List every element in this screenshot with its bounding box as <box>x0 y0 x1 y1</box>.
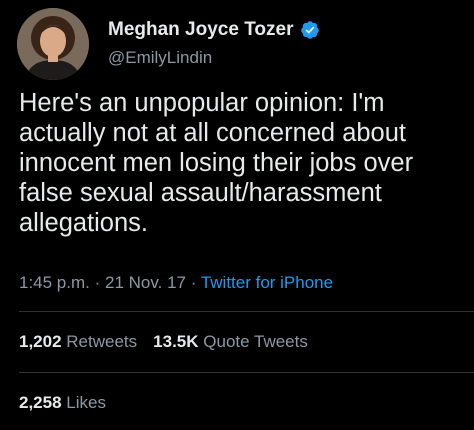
author-display-name[interactable]: Meghan Joyce Tozer <box>108 19 293 41</box>
retweets-stat[interactable]: 1,202 Retweets <box>19 332 137 352</box>
author-name-row[interactable]: Meghan Joyce Tozer <box>108 19 320 41</box>
likes-count: 2,258 <box>19 393 62 412</box>
tweet-source-link[interactable]: Twitter for iPhone <box>201 273 333 292</box>
quote-tweets-stat[interactable]: 13.5K Quote Tweets <box>153 332 308 352</box>
meta-separator: · <box>190 273 197 292</box>
avatar[interactable] <box>17 8 89 80</box>
retweets-count: 1,202 <box>19 332 62 351</box>
quote-tweets-count: 13.5K <box>153 332 199 351</box>
divider <box>19 311 474 312</box>
divider <box>19 372 474 373</box>
quote-tweets-label: Quote Tweets <box>203 332 308 351</box>
verified-badge-icon <box>301 21 320 39</box>
tweet-card: Meghan Joyce Tozer @EmilyLindin Here's a… <box>0 0 474 430</box>
tweet-text: Here's an unpopular opinion: I'm actuall… <box>19 89 414 237</box>
tweet-date[interactable]: 21 Nov. 17 <box>105 273 186 292</box>
likes-stat[interactable]: 2,258 Likes <box>19 393 106 413</box>
tweet-time[interactable]: 1:45 p.m. <box>19 273 90 292</box>
tweet-meta: 1:45 p.m. · 21 Nov. 17 · Twitter for iPh… <box>19 273 333 293</box>
author-handle[interactable]: @EmilyLindin <box>108 48 212 68</box>
retweets-label: Retweets <box>66 332 138 351</box>
engagement-stats: 1,202 Retweets 13.5K Quote Tweets <box>19 332 308 352</box>
meta-separator: · <box>94 273 101 292</box>
avatar-portrait <box>17 8 89 80</box>
likes-label: Likes <box>66 393 106 412</box>
